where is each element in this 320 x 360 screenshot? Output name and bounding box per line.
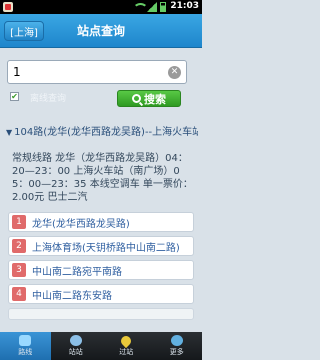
tab-label: 路线	[18, 348, 33, 356]
tab-more[interactable]: 更多	[152, 332, 203, 360]
bus-icon	[19, 335, 32, 346]
search-button[interactable]: 搜索	[117, 90, 181, 107]
stop-name: 中山南二路东安路	[32, 290, 112, 302]
transfer-icon	[119, 333, 134, 348]
wifi-icon	[133, 2, 148, 12]
status-bar: 21:03	[0, 0, 202, 14]
stop-name: 上海体育场(天钥桥路中山南二路)	[32, 242, 180, 254]
stop-list: 1 龙华(龙华西路龙吴路) 2 上海体育场(天钥桥路中山南二路) 3 中山南二路…	[8, 212, 194, 324]
route-header[interactable]: ▼ 104路(龙华(龙华西路龙吴路)--上海火车站)	[6, 123, 198, 137]
list-item[interactable]: 4 中山南二路东安路	[8, 284, 194, 304]
status-icons	[133, 2, 166, 12]
route-info: 常规线路 龙华（龙华西路龙吴路）04：20—23：00 上海火车站（南广场）05…	[12, 153, 193, 203]
status-time: 21:03	[170, 1, 199, 11]
more-icon	[170, 335, 183, 346]
list-item[interactable]: 3 中山南二路宛平南路	[8, 260, 194, 280]
stop-number: 4	[12, 287, 26, 301]
stop-number: 3	[12, 263, 26, 277]
tab-transfer[interactable]: 过站	[101, 332, 152, 360]
clear-icon[interactable]: ✕	[168, 66, 181, 79]
stop-name: 龙华(龙华西路龙吴路)	[32, 218, 130, 230]
search-box: ✕	[7, 60, 187, 84]
stop-icon	[69, 335, 82, 346]
list-item[interactable]: 1 龙华(龙华西路龙吴路)	[8, 212, 194, 232]
city-select-button[interactable]: [上海]	[4, 21, 44, 41]
offline-checkbox[interactable]: ✔	[10, 92, 19, 101]
app-notification-icon	[3, 2, 13, 12]
tab-station-to-station[interactable]: 站站	[51, 332, 102, 360]
stop-name: 中山南二路宛平南路	[32, 266, 122, 278]
tab-label: 站站	[68, 348, 83, 356]
offline-checkbox-label: 离线查询	[30, 94, 67, 104]
tab-label: 更多	[169, 348, 184, 356]
stop-number: 2	[12, 239, 26, 253]
list-item-partial[interactable]	[8, 308, 194, 320]
search-icon	[132, 94, 141, 103]
search-button-label: 搜索	[144, 92, 166, 106]
bottom-tab-bar: 路线 站站 过站 更多	[0, 332, 202, 360]
title-bar: 站点查询 [上海]	[0, 14, 202, 48]
route-summary: 104路(龙华(龙华西路龙吴路)--上海火车站)	[14, 127, 198, 137]
tab-routes[interactable]: 路线	[0, 332, 51, 360]
collapse-triangle-icon: ▼	[6, 128, 13, 137]
list-item[interactable]: 2 上海体育场(天钥桥路中山南二路)	[8, 236, 194, 256]
battery-icon	[160, 2, 166, 12]
signal-icon	[147, 2, 157, 12]
tab-label: 过站	[119, 347, 134, 356]
stop-number: 1	[12, 215, 26, 229]
search-input[interactable]	[13, 63, 163, 81]
